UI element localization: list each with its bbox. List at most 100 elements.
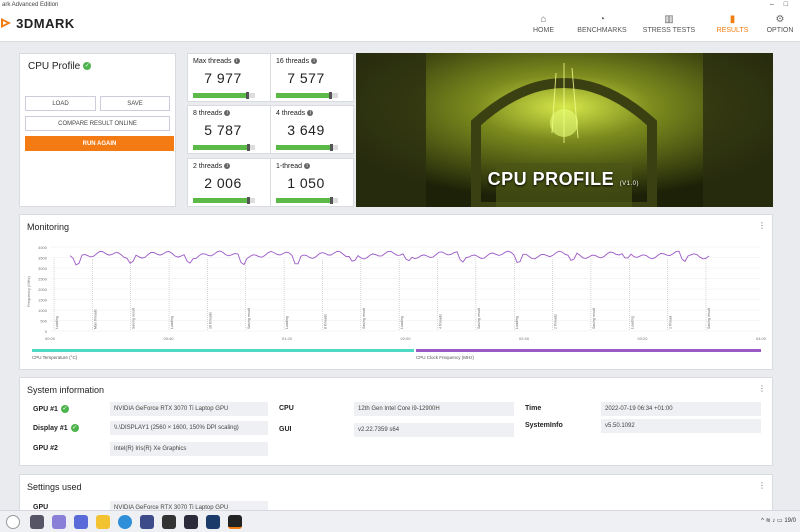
battery-icon[interactable]: ▭ (777, 518, 783, 524)
systeminfo-value: v5.50.1092 (601, 419, 761, 433)
score-bar (193, 92, 255, 99)
info-icon[interactable]: i (311, 58, 318, 65)
info-icon[interactable]: i (224, 163, 231, 170)
info-icon[interactable]: i (224, 110, 231, 117)
system-tray: ^ ≋ ♪ ▭ 19/0 (761, 517, 796, 524)
monitoring-panel: Monitoring ⋮ 4000 3500 3000 2500 2000 1500 100… (19, 214, 773, 370)
maximize-icon[interactable]: □ (784, 1, 798, 8)
legend-temperature-bar (32, 349, 414, 352)
score-tile: Max threads i 7 977 (187, 53, 271, 102)
x-tick-label: 04:00 (756, 336, 767, 341)
nav-benchmarks-label: BENCHMARKS (577, 27, 627, 34)
store-icon[interactable] (140, 515, 154, 529)
score-bar-fill (276, 198, 330, 203)
y-tick-label: 500 (40, 319, 47, 324)
nav-stress-tests[interactable]: ▥ STRESS TESTS (633, 13, 705, 34)
app-icon[interactable] (184, 515, 198, 529)
settings-used-title: Settings used (27, 482, 82, 492)
clock[interactable]: 19/0 (784, 518, 796, 524)
bar-chart-icon: ▥ (664, 14, 674, 25)
phase-label: 1 thread (669, 316, 673, 329)
gui-value: v2.22.7359 s64 (354, 423, 514, 437)
score-value: 5 787 (204, 122, 242, 138)
search-icon[interactable] (6, 515, 20, 529)
score-bar-fill (193, 93, 247, 98)
steam-icon[interactable] (206, 515, 220, 529)
more-options-icon[interactable]: ⋮ (758, 481, 766, 490)
task-view-icon[interactable] (30, 515, 44, 529)
info-icon[interactable]: i (304, 163, 311, 170)
save-button[interactable]: SAVE (100, 96, 170, 111)
score-bar-fill (193, 198, 247, 203)
time-label: Time (525, 405, 542, 412)
nav-options[interactable]: ⚙ OPTION (760, 13, 800, 34)
run-again-button[interactable]: RUN AGAIN (25, 136, 174, 151)
nav-options-label: OPTION (766, 27, 794, 34)
score-tile: 1-thread i 1 050 (270, 158, 354, 207)
nav-results-label: RESULTS (716, 27, 749, 34)
info-icon[interactable]: i (307, 110, 314, 117)
chat-icon[interactable] (52, 515, 66, 529)
3dmark-taskbar-icon[interactable] (228, 515, 242, 529)
minimize-icon[interactable]: – (770, 1, 784, 8)
window-controls: –□ (770, 0, 798, 10)
info-icon[interactable]: i (233, 58, 240, 65)
score-value: 3 649 (287, 122, 325, 138)
score-tile: 16 threads i 7 577 (270, 53, 354, 102)
score-value: 1 050 (287, 175, 325, 191)
more-options-icon[interactable]: ⋮ (758, 384, 766, 393)
gpu2-value: Intel(R) Iris(R) Xe Graphics (110, 442, 268, 456)
score-label: Max threads i (193, 58, 240, 65)
legend-frequency-label: CPU Clock Frequency (MHz) (416, 355, 475, 360)
nav-home[interactable]: ⌂ HOME (516, 13, 571, 34)
x-tick-label: 00:00 (45, 336, 56, 341)
x-tick-label: 02:40 (519, 336, 530, 341)
phase-label: Saving result (132, 308, 136, 329)
hero-title-text: CPU PROFILE (487, 169, 615, 189)
card-title: CPU Profile ✓ (28, 61, 92, 72)
check-icon: ✓ (83, 62, 92, 71)
chevron-up-icon[interactable]: ^ (761, 518, 764, 524)
gpu1-label: GPU #1 ✓ (33, 405, 69, 413)
x-tick-label: 00:40 (163, 336, 174, 341)
edge-icon[interactable] (118, 515, 132, 529)
nav-results[interactable]: ▮ RESULTS (705, 13, 760, 34)
y-tick-label: 4000 (38, 245, 48, 250)
score-bar (276, 197, 338, 204)
gear-icon: ⚙ (775, 14, 785, 25)
y-tick-label: 1500 (38, 298, 48, 303)
time-value: 2022-07-19 06:34 +01:00 (601, 402, 761, 416)
nav-stress-tests-label: STRESS TESTS (642, 27, 696, 34)
phase-label: 4 threads (439, 314, 443, 329)
phase-label: Saving result (592, 308, 596, 329)
app-icon[interactable] (162, 515, 176, 529)
main-nav: ⌂ HOME ◔ BENCHMARKS ▥ STRESS TESTS ▮ RES… (516, 13, 800, 34)
check-icon: ✓ (60, 405, 69, 413)
nav-benchmarks[interactable]: ◔ BENCHMARKS (571, 13, 633, 34)
score-label: 2 threads i (193, 163, 231, 170)
compare-online-button[interactable]: COMPARE RESULT ONLINE (25, 116, 170, 131)
results-icon: ▮ (729, 14, 736, 25)
gpu2-label: GPU #2 (33, 445, 58, 452)
score-tile: 2 threads i 2 006 (187, 158, 271, 207)
phase-label: Loading (630, 316, 634, 329)
file-explorer-icon[interactable] (96, 515, 110, 529)
cpu-frequency-line (69, 250, 710, 266)
teams-icon[interactable] (74, 515, 88, 529)
load-button[interactable]: LOAD (25, 96, 96, 111)
speaker-icon[interactable]: ♪ (772, 518, 775, 524)
wifi-icon[interactable]: ≋ (766, 518, 771, 524)
system-information-title: System information (27, 385, 105, 395)
y-tick-label: 2500 (38, 277, 48, 282)
monitoring-chart: 4000 3500 3000 2500 2000 1500 1000 500 0 Frequenc… (26, 245, 767, 360)
phase-label: Saving result (247, 308, 251, 329)
app-logo: 3DMARK (0, 16, 75, 31)
score-bar (276, 144, 338, 151)
window-title: ark Advanced Edition (2, 2, 59, 8)
score-bar-marker (246, 197, 250, 204)
phase-label: 8 threads (323, 314, 327, 329)
score-label: 16 threads i (276, 58, 318, 65)
legend-temperature-label: CPU Temperature (°C) (32, 355, 78, 360)
score-bar-fill (276, 145, 330, 150)
phase-label: Loading (170, 316, 174, 329)
